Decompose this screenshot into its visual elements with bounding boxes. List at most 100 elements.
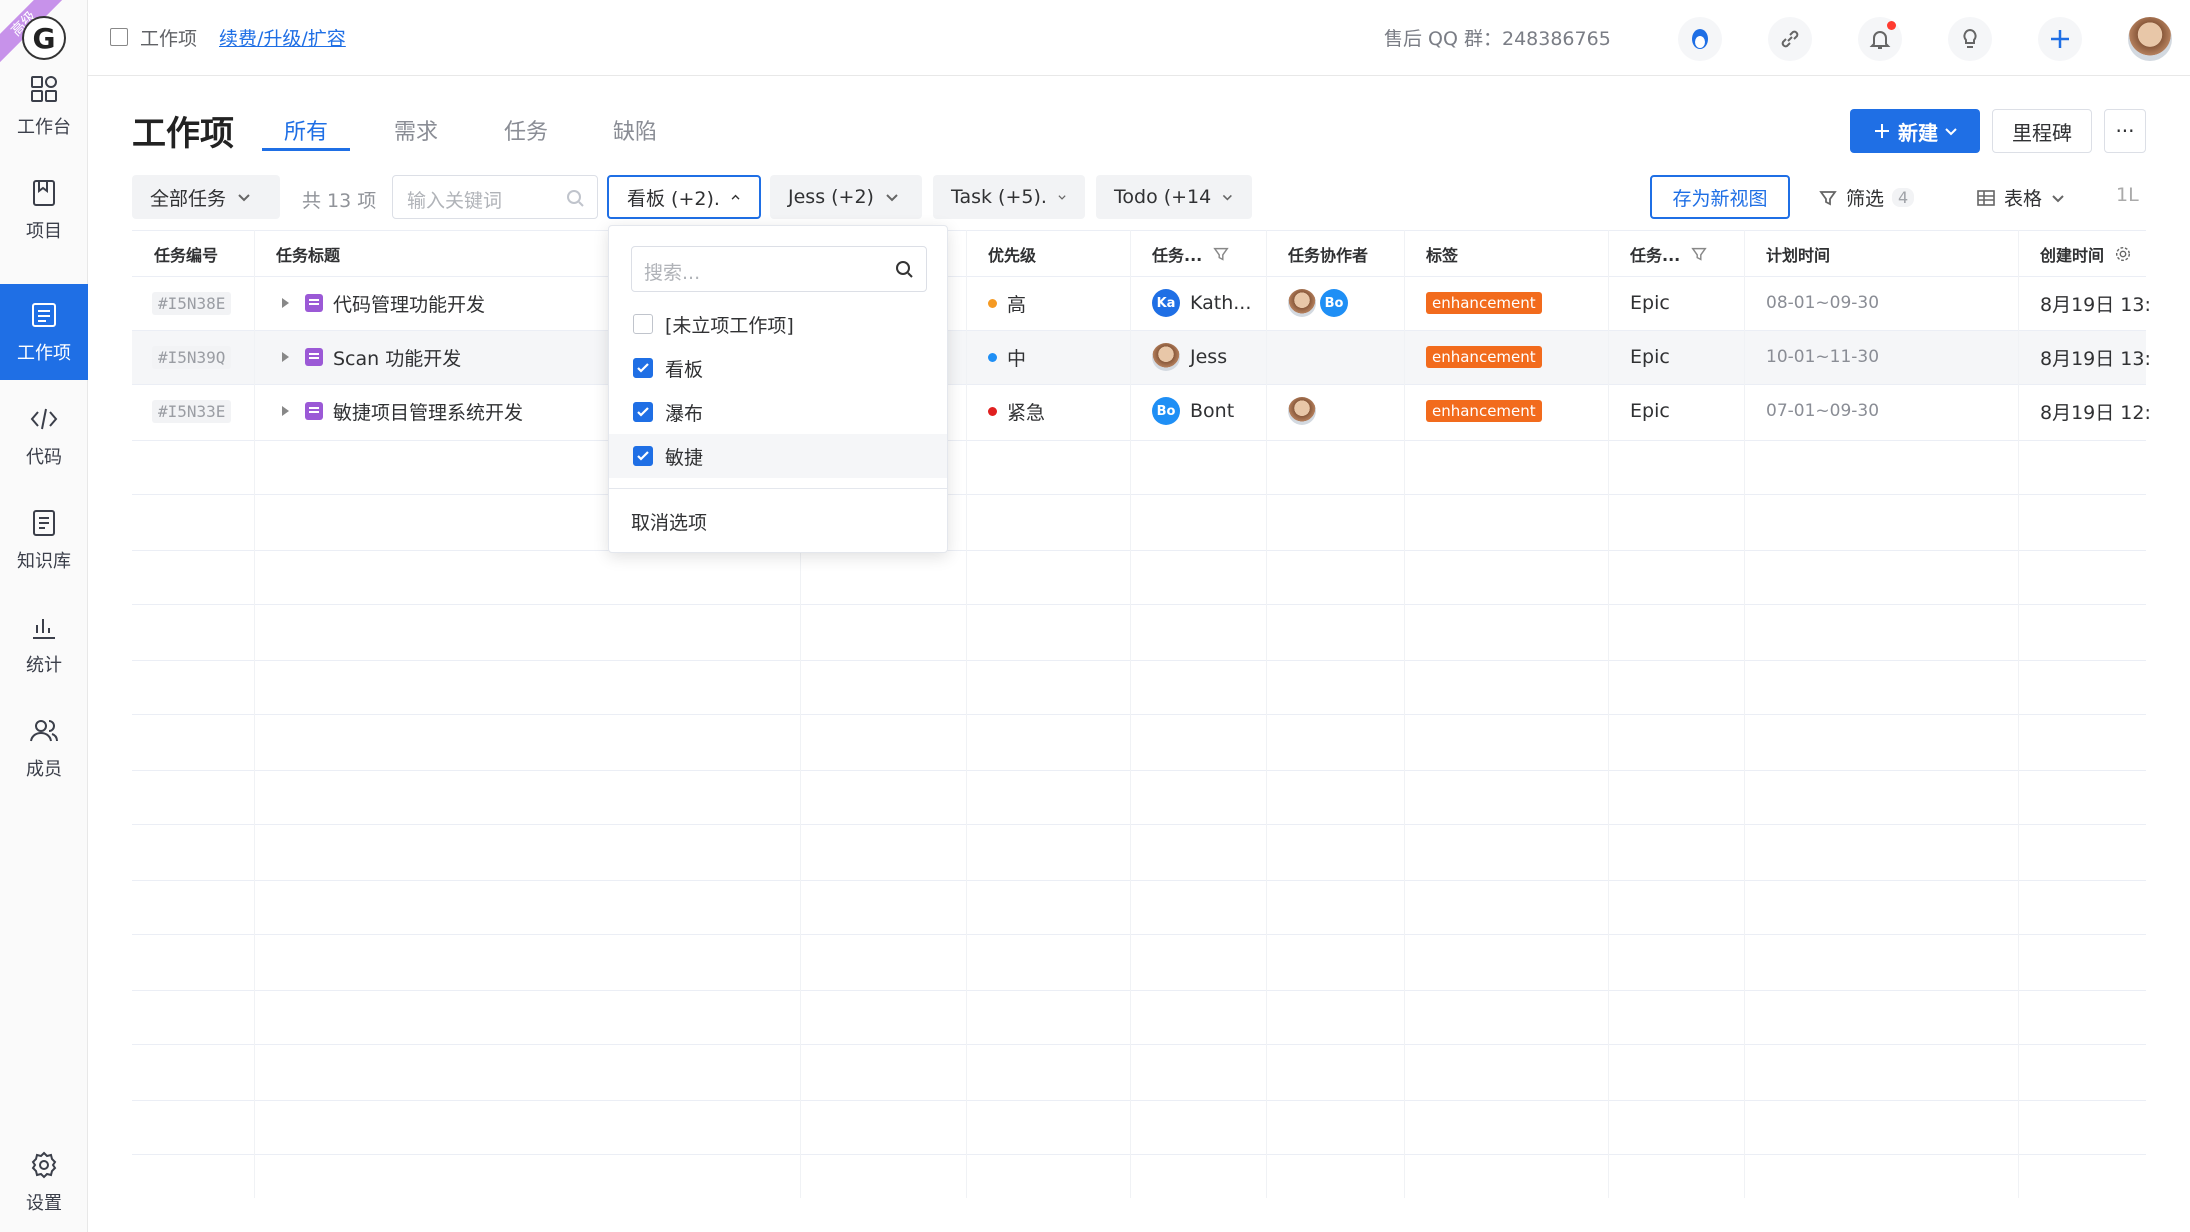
row-priority[interactable]: 紧急 — [988, 384, 1045, 438]
expand-icon[interactable] — [282, 406, 289, 416]
col-header-plan-time[interactable]: 计划时间 — [1766, 242, 1830, 266]
row-tags[interactable]: enhancement — [1426, 276, 1542, 330]
avatar — [1288, 289, 1316, 317]
tab-task[interactable]: 任务 — [504, 114, 548, 146]
notification-button[interactable] — [1858, 17, 1902, 61]
row-assignee[interactable]: Ka Kath... — [1152, 276, 1251, 330]
status-filter[interactable]: Todo (+14 — [1096, 175, 1252, 219]
workitem-table: 任务编号 任务标题 优先级 任务... 任务协作者 标签 任务... 计划时间 … — [132, 230, 2151, 1198]
support-button[interactable] — [1678, 17, 1722, 61]
checkbox[interactable] — [633, 402, 653, 422]
save-view-button[interactable]: 存为新视图 — [1650, 175, 1790, 219]
gear-icon[interactable] — [2114, 245, 2132, 263]
penguin-icon — [1692, 29, 1708, 49]
col-header-assignee[interactable]: 任务... — [1152, 242, 1230, 266]
row-priority[interactable]: 高 — [988, 276, 1026, 330]
checkbox[interactable] — [633, 446, 653, 466]
sort-button[interactable]: 1L — [2116, 184, 2139, 206]
project-filter-dropdown: 搜索... [未立项工作项] 看板 瀑布 敏捷 取消选项 — [608, 225, 948, 553]
project-filter[interactable]: 看板 (+2). — [607, 175, 761, 219]
col-header-title[interactable]: 任务标题 — [276, 242, 340, 266]
keyword-search-input[interactable]: 输入关键词 — [392, 175, 598, 219]
sidebar-item-code[interactable]: 代码 — [0, 388, 88, 484]
col-header-type[interactable]: 任务... — [1630, 242, 1708, 266]
row-plan-time: 07-01~09-30 — [1766, 401, 1880, 421]
sidebar-item-stats[interactable]: 统计 — [0, 596, 88, 692]
new-button[interactable]: 新建 — [1850, 109, 1980, 153]
row-title: 代码管理功能开发 — [333, 293, 486, 316]
item-count: 共 13 项 — [302, 190, 377, 212]
more-button[interactable]: ··· — [2104, 109, 2146, 153]
tips-button[interactable] — [1948, 17, 1992, 61]
funnel-icon[interactable] — [1212, 245, 1230, 263]
row-collaborators[interactable]: Bo — [1288, 276, 1348, 330]
renew-link[interactable]: 续费/升级/扩容 — [219, 24, 346, 51]
tab-requirement[interactable]: 需求 — [394, 114, 438, 146]
tab-bug[interactable]: 缺陷 — [613, 114, 657, 146]
table-row[interactable]: #I5N33E — [152, 384, 232, 438]
col-header-collaborators[interactable]: 任务协作者 — [1288, 242, 1368, 266]
sidebar-item-label: 代码 — [26, 447, 62, 468]
row-title-cell[interactable]: 敏捷项目管理系统开发 — [282, 384, 523, 438]
expand-icon[interactable] — [282, 298, 289, 308]
col-header-id[interactable]: 任务编号 — [154, 242, 218, 266]
type-filter[interactable]: Task (+5). — [933, 175, 1085, 219]
row-tags[interactable]: enhancement — [1426, 330, 1542, 384]
sidebar-item-label: 工作项 — [17, 343, 71, 364]
row-assignee[interactable]: Jess — [1152, 330, 1227, 384]
table-row[interactable]: #I5N38E — [152, 276, 232, 330]
sidebar-item-project[interactable]: 项目 — [0, 162, 88, 258]
create-button[interactable] — [2038, 17, 2082, 61]
row-tags[interactable]: enhancement — [1426, 384, 1542, 438]
sidebar-item-knowledge[interactable]: 知识库 — [0, 492, 88, 588]
sidebar-item-settings[interactable]: 设置 — [0, 1134, 88, 1230]
expand-icon[interactable] — [282, 352, 289, 362]
tab-all[interactable]: 所有 — [284, 114, 328, 146]
dropdown-option-kanban[interactable]: 看板 — [609, 346, 947, 390]
plus-icon — [2051, 30, 2069, 48]
dashboard-icon — [31, 76, 57, 102]
row-collaborators[interactable] — [1288, 384, 1316, 438]
filter-button[interactable]: 筛选 4 — [1818, 184, 1915, 211]
sidebar-item-members[interactable]: 成员 — [0, 700, 88, 796]
link-button[interactable] — [1768, 17, 1812, 61]
row-assignee[interactable]: Bo Bont — [1152, 384, 1234, 438]
col-header-priority[interactable]: 优先级 — [988, 242, 1036, 266]
workitem-icon — [32, 303, 56, 327]
option-label: [未立项工作项] — [665, 314, 794, 337]
view-switch[interactable]: 表格 — [1976, 184, 2066, 211]
col-header-tags[interactable]: 标签 — [1426, 242, 1458, 266]
chevron-down-icon — [1945, 128, 1957, 136]
members-icon — [30, 720, 58, 742]
sidebar-item-workbench[interactable]: 工作台 — [0, 58, 88, 154]
table-row[interactable]: #I5N39Q — [152, 330, 232, 384]
epic-icon — [305, 348, 323, 366]
milestone-button[interactable]: 里程碑 — [1992, 109, 2092, 153]
funnel-icon[interactable] — [1690, 245, 1708, 263]
row-title-cell[interactable]: Scan 功能开发 — [282, 330, 461, 384]
row-title-cell[interactable]: 代码管理功能开发 — [282, 276, 485, 330]
breadcrumb[interactable]: 工作项 — [140, 24, 197, 51]
clear-selection-button[interactable]: 取消选项 — [631, 508, 707, 535]
row-priority[interactable]: 中 — [988, 330, 1026, 384]
option-label: 瀑布 — [665, 402, 704, 425]
type-filter-label: Task (+5). — [951, 186, 1047, 208]
tag-badge: enhancement — [1426, 346, 1542, 368]
scope-filter[interactable]: 全部任务 — [132, 175, 280, 219]
checkbox[interactable] — [633, 314, 653, 334]
assignee-filter[interactable]: Jess (+2) — [770, 175, 922, 219]
sidebar-item-workitems[interactable]: 工作项 — [0, 284, 88, 380]
user-avatar[interactable] — [2128, 17, 2172, 61]
logo[interactable]: G — [22, 16, 66, 60]
dropdown-option-unassigned[interactable]: [未立项工作项] — [609, 302, 947, 346]
row-plan-time: 08-01~09-30 — [1766, 293, 1880, 313]
avatar: Bo — [1152, 397, 1180, 425]
check-icon — [637, 363, 649, 373]
dropdown-option-agile[interactable]: 敏捷 — [609, 434, 947, 478]
table-icon — [1977, 189, 1995, 206]
sidebar-item-label: 工作台 — [17, 117, 71, 138]
dropdown-search-input[interactable]: 搜索... — [631, 246, 927, 292]
dropdown-option-waterfall[interactable]: 瀑布 — [609, 390, 947, 434]
checkbox[interactable] — [633, 358, 653, 378]
col-header-created[interactable]: 创建时间 — [2040, 242, 2132, 266]
